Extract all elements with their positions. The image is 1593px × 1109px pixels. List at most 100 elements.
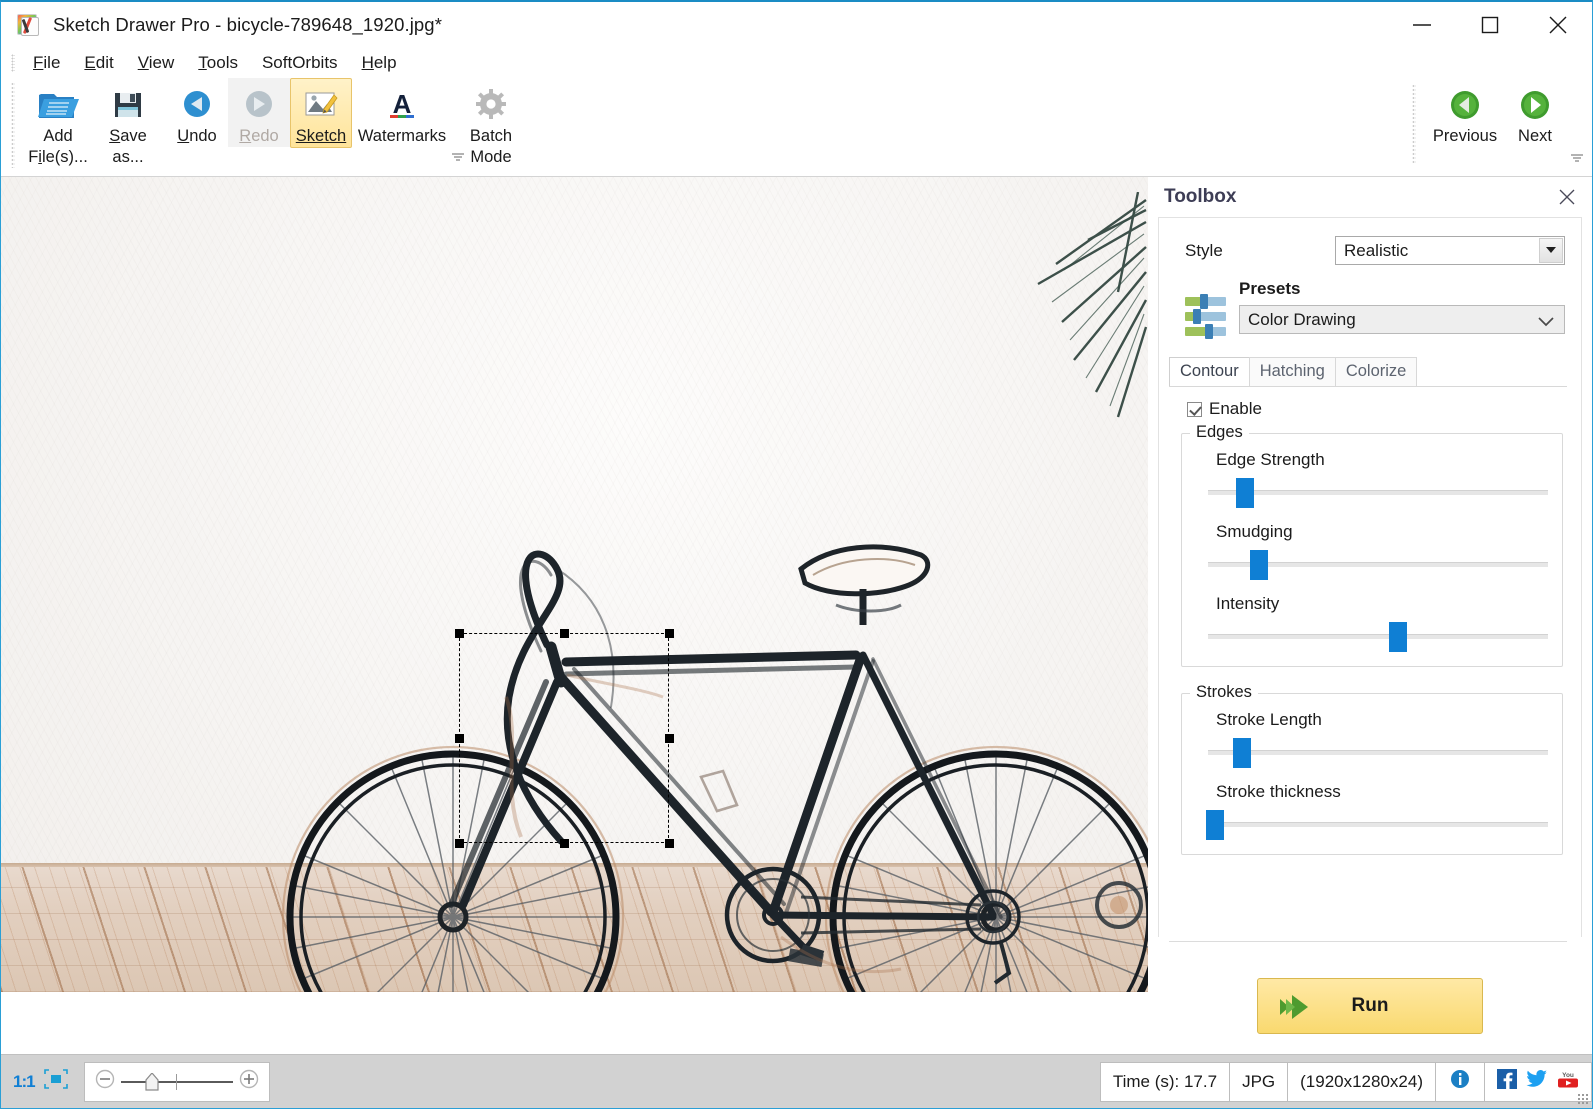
info-icon[interactable]	[1450, 1069, 1470, 1094]
save-as-label: Save as...	[109, 127, 147, 166]
ribbon-expand-icon[interactable]	[451, 150, 465, 162]
stroke-thickness-thumb[interactable]	[1205, 810, 1224, 840]
dimensions-status: (1920x1280x24)	[1287, 1061, 1436, 1102]
facebook-icon[interactable]	[1497, 1069, 1517, 1094]
undo-arrow-icon	[180, 86, 214, 124]
presets-value: Color Drawing	[1248, 309, 1356, 329]
stroke-length-thumb[interactable]	[1233, 738, 1251, 768]
letter-a-icon: A	[385, 86, 419, 124]
image-canvas[interactable]: ‹ ›	[1, 177, 1148, 1029]
zoom-out-icon[interactable]	[95, 1069, 115, 1094]
run-button[interactable]: Run	[1257, 978, 1483, 1034]
smudging-slider[interactable]	[1208, 550, 1548, 580]
sliders-equalizer-icon	[1181, 293, 1231, 341]
sketch-button[interactable]: Sketch	[290, 78, 352, 148]
zoom-indicators: 1:1	[1, 1061, 78, 1102]
bicycle-drawing	[281, 544, 1148, 992]
svg-text:A: A	[393, 89, 412, 119]
zoom-slider-group[interactable]	[83, 1061, 270, 1102]
svg-text:You: You	[1562, 1072, 1574, 1079]
edge-strength-slider[interactable]	[1208, 478, 1548, 508]
window-controls	[1388, 2, 1592, 48]
minimize-button[interactable]	[1388, 2, 1456, 48]
enable-row[interactable]: Enable	[1159, 387, 1581, 419]
nav-expand-icon[interactable]	[1570, 151, 1584, 163]
menu-edit[interactable]: Edit	[72, 51, 125, 75]
edge-strength-thumb[interactable]	[1236, 478, 1255, 508]
green-right-arrow-icon	[1519, 86, 1551, 124]
enable-checkbox[interactable]	[1187, 401, 1202, 417]
smudging-thumb[interactable]	[1250, 550, 1268, 580]
menu-help[interactable]: Help	[350, 51, 409, 75]
fit-to-screen-icon[interactable]	[43, 1069, 68, 1094]
previous-button[interactable]: Previous	[1426, 78, 1504, 147]
twitter-icon[interactable]	[1526, 1069, 1548, 1094]
undo-button[interactable]: Undo	[166, 78, 228, 147]
stroke-length-track[interactable]	[1208, 750, 1548, 755]
window-title: Sketch Drawer Pro - bicycle-789648_1920.…	[53, 14, 442, 35]
toolbox-close-icon[interactable]	[1554, 184, 1580, 210]
tab-colorize[interactable]: Colorize	[1334, 357, 1418, 386]
zoom-in-icon[interactable]	[239, 1069, 259, 1094]
watermarks-button[interactable]: A Watermarks	[352, 78, 452, 147]
intensity-thumb[interactable]	[1389, 622, 1408, 652]
status-spacer	[269, 1061, 1101, 1102]
intensity-track[interactable]	[1208, 634, 1548, 639]
info-cell[interactable]	[1435, 1061, 1485, 1102]
menu-view[interactable]: View	[126, 51, 187, 75]
zoom-slider[interactable]	[120, 1071, 233, 1092]
menu-tools[interactable]: Tools	[186, 51, 250, 75]
menu-softorbits[interactable]: SoftOrbits	[250, 51, 350, 75]
stroke-length-slider[interactable]	[1208, 738, 1548, 768]
title-bar: Sketch Drawer Pro - bicycle-789648_1920.…	[1, 2, 1592, 48]
redo-arrow-icon	[242, 86, 276, 124]
presets-chevron-down-icon[interactable]	[1538, 314, 1554, 332]
sketch-picture-icon	[303, 86, 339, 124]
strokes-group: Strokes Stroke Length Stroke thickness	[1181, 683, 1563, 855]
toolbar-ribbon: Add File(s)... Save as... Undo Redo Sket…	[1, 78, 1592, 177]
resize-grip[interactable]	[1577, 1093, 1589, 1105]
ribbon-grip[interactable]	[11, 82, 15, 168]
edge-strength-label: Edge Strength	[1216, 450, 1325, 469]
style-label: Style	[1185, 240, 1223, 260]
menu-grip[interactable]	[11, 54, 15, 72]
zoom-ratio-label[interactable]: 1:1	[13, 1072, 36, 1092]
add-files-button[interactable]: Add File(s)...	[19, 78, 97, 168]
save-as-button[interactable]: Save as...	[97, 78, 159, 168]
smudging-label: Smudging	[1216, 522, 1293, 541]
social-cell: You	[1484, 1061, 1592, 1102]
presets-column: Presets Color Drawing	[1231, 279, 1565, 334]
maximize-button[interactable]	[1456, 2, 1524, 48]
edges-group: Edges Edge Strength Smudging Intensity	[1181, 423, 1563, 667]
next-button[interactable]: Next	[1504, 78, 1566, 147]
style-combobox[interactable]: Realistic	[1335, 236, 1565, 265]
close-button[interactable]	[1524, 2, 1592, 48]
stroke-thickness-track[interactable]	[1208, 822, 1548, 827]
tab-contour[interactable]: Contour	[1169, 357, 1250, 386]
edge-strength-track[interactable]	[1208, 490, 1548, 495]
tab-hatching[interactable]: Hatching	[1248, 357, 1336, 386]
add-files-label: Add File(s)...	[28, 127, 88, 166]
menu-file[interactable]: File	[21, 51, 72, 75]
presets-combobox[interactable]: Color Drawing	[1239, 305, 1565, 334]
enable-label: Enable	[1209, 399, 1262, 418]
stroke-thickness-slider[interactable]	[1205, 810, 1548, 840]
youtube-icon[interactable]: You	[1557, 1069, 1579, 1094]
undo-label: Undo	[177, 127, 217, 145]
presets-row: Presets Color Drawing	[1159, 265, 1581, 341]
zoom-slider-thumb[interactable]	[144, 1071, 159, 1096]
application-window: Sketch Drawer Pro - bicycle-789648_1920.…	[0, 0, 1593, 1109]
intensity-slider[interactable]	[1208, 622, 1548, 652]
nav-grip[interactable]	[1412, 84, 1416, 164]
navigation-group: Previous Next	[1412, 78, 1592, 173]
redo-button[interactable]: Redo	[228, 78, 290, 147]
gear-icon	[474, 86, 508, 124]
toolbox-body: Style Realistic Presets Color Drawing Co…	[1158, 217, 1582, 1034]
toolbox-header: Toolbox	[1148, 177, 1592, 217]
style-dropdown-arrow-icon[interactable]	[1539, 238, 1563, 263]
watermarks-label: Watermarks	[357, 127, 447, 145]
edges-legend: Edges	[1190, 423, 1249, 442]
redo-label: Redo	[239, 127, 279, 145]
green-left-arrow-icon	[1449, 86, 1481, 124]
intensity-label: Intensity	[1216, 594, 1280, 613]
